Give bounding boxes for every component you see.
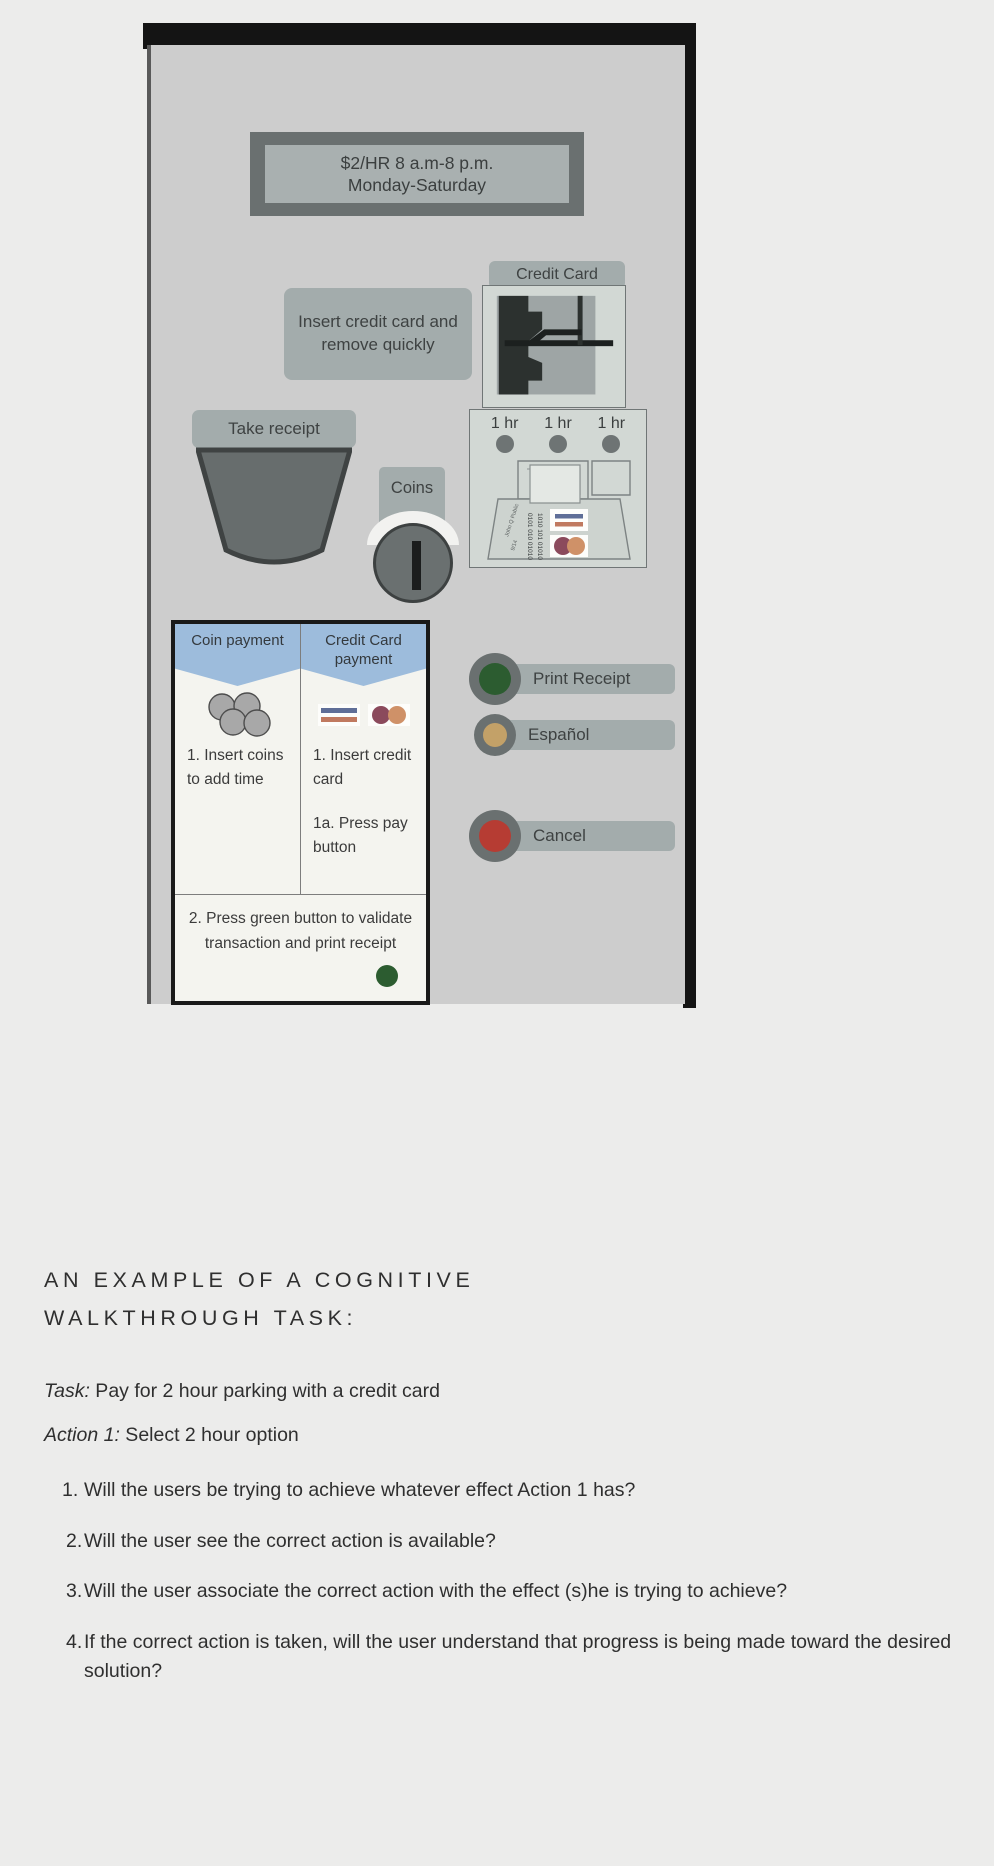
cancel-label: Cancel [505, 821, 675, 851]
print-receipt-button-core [479, 663, 511, 695]
insert-card-instruction-label: Insert credit card and remove quickly [284, 288, 472, 380]
list-item: 3. Will the user associate the correct a… [44, 1577, 954, 1606]
print-receipt-button[interactable]: Print Receipt [469, 653, 675, 705]
coin-step-text: 1. Insert coins to add time [187, 747, 284, 789]
hour-selection-panel: 1 hr 1 hr 1 hr John Q Public 0101 010 01… [469, 409, 647, 568]
hour-button-3[interactable] [602, 435, 621, 453]
coin-cluster-icon [175, 686, 300, 744]
coin-payment-banner: Coin payment [175, 624, 300, 686]
placard-columns: Coin payment 1. Insert coins to add time… [175, 624, 426, 894]
placard-card-column: Credit Card payment 1. Insert credit car… [301, 624, 426, 894]
cancel-button[interactable]: Cancel [469, 810, 675, 862]
question-number: 1. [62, 1478, 79, 1501]
credit-card-slot[interactable] [482, 285, 626, 408]
list-item: 1. Will the users be trying to achieve w… [44, 1476, 954, 1505]
price-line-1: $2/HR 8 a.m-8 p.m. [340, 152, 494, 173]
svg-text:0101 010 01010: 0101 010 01010 [526, 513, 533, 560]
question-number: 2. [66, 1529, 83, 1552]
print-receipt-label: Print Receipt [505, 664, 675, 694]
cancel-button-bezel [469, 810, 521, 862]
action-label: Action 1: [44, 1423, 120, 1446]
placard-coin-column: Coin payment 1. Insert coins to add time [175, 624, 301, 894]
card-step-1a-text: 1a. Press pay button [313, 815, 408, 857]
card-step-1-text: 1. Insert credit card [313, 747, 412, 789]
question-text: If the correct action is taken, will the… [84, 1631, 952, 1683]
caption-heading: AN EXAMPLE OF A COGNITIVE WALKTHROUGH TA… [44, 1268, 475, 1330]
instruction-placard: Coin payment 1. Insert coins to add time… [171, 620, 430, 1005]
espanol-button-core [483, 723, 507, 747]
task-label: Task: [44, 1380, 90, 1403]
hour-label-3: 1 hr [597, 415, 626, 432]
print-receipt-button-bezel [469, 653, 521, 705]
hour-label-1: 1 hr [490, 415, 519, 432]
question-text: Will the user see the correct action is … [84, 1529, 496, 1552]
placard-footer: 2. Press green button to validate transa… [175, 894, 426, 1001]
card-stripes-icon [317, 704, 360, 726]
question-number: 3. [66, 1580, 83, 1603]
card-slot-icon [496, 295, 614, 395]
placard-footer-text: 2. Press green button to validate transa… [188, 910, 413, 952]
espanol-button[interactable]: Español [474, 714, 675, 756]
receipt-printer-illustration: John Q Public 0101 010 01010 1010 101 01… [487, 460, 631, 560]
hour-label-2: 1 hr [544, 415, 572, 432]
svg-text:1010 101 01010: 1010 101 01010 [536, 513, 543, 560]
card-circles-icon [367, 704, 410, 726]
credit-card-payment-banner: Credit Card payment [301, 624, 426, 686]
coins-icon [207, 692, 271, 737]
hour-labels-row: 1 hr 1 hr 1 hr [470, 410, 646, 433]
coin-slot[interactable] [373, 523, 453, 603]
card-icons-row [301, 686, 426, 744]
kiosk-front-panel: $2/HR 8 a.m-8 p.m. Monday-Saturday Inser… [147, 45, 685, 1005]
espanol-button-bezel [474, 714, 516, 756]
take-receipt-label: Take receipt [192, 410, 356, 448]
question-text: Will the users be trying to achieve what… [84, 1478, 636, 1501]
list-item: 2. Will the user see the correct action … [44, 1527, 954, 1556]
kiosk-corner-bevel [143, 23, 157, 47]
task-line: Task: Pay for 2 hour parking with a cred… [44, 1377, 954, 1406]
hour-buttons-row [470, 433, 646, 453]
question-number: 4. [66, 1631, 83, 1654]
task-text: Pay for 2 hour parking with a credit car… [89, 1380, 440, 1403]
price-display-screen: $2/HR 8 a.m-8 p.m. Monday-Saturday [265, 145, 569, 203]
price-line-2: Monday-Saturday [347, 175, 487, 195]
hour-button-2[interactable] [548, 435, 567, 453]
receipt-chute[interactable] [196, 446, 352, 565]
hour-button-1[interactable] [495, 435, 514, 453]
espanol-label: Español [500, 720, 675, 750]
action-line: Action 1: Select 2 hour option [44, 1421, 954, 1450]
green-button-icon [376, 965, 398, 987]
parking-meter-kiosk: $2/HR 8 a.m-8 p.m. Monday-Saturday Inser… [143, 23, 696, 1008]
list-item: 4. If the correct action is taken, will … [44, 1628, 954, 1686]
action-text: Select 2 hour option [119, 1423, 299, 1446]
price-display: $2/HR 8 a.m-8 p.m. Monday-Saturday [250, 132, 584, 216]
question-text: Will the user associate the correct acti… [84, 1580, 788, 1603]
coin-slot-opening [412, 541, 421, 590]
cancel-button-core [479, 820, 511, 852]
walkthrough-questions-list: 1. Will the users be trying to achieve w… [44, 1476, 954, 1686]
caption-block: AN EXAMPLE OF A COGNITIVE WALKTHROUGH TA… [44, 1262, 954, 1708]
